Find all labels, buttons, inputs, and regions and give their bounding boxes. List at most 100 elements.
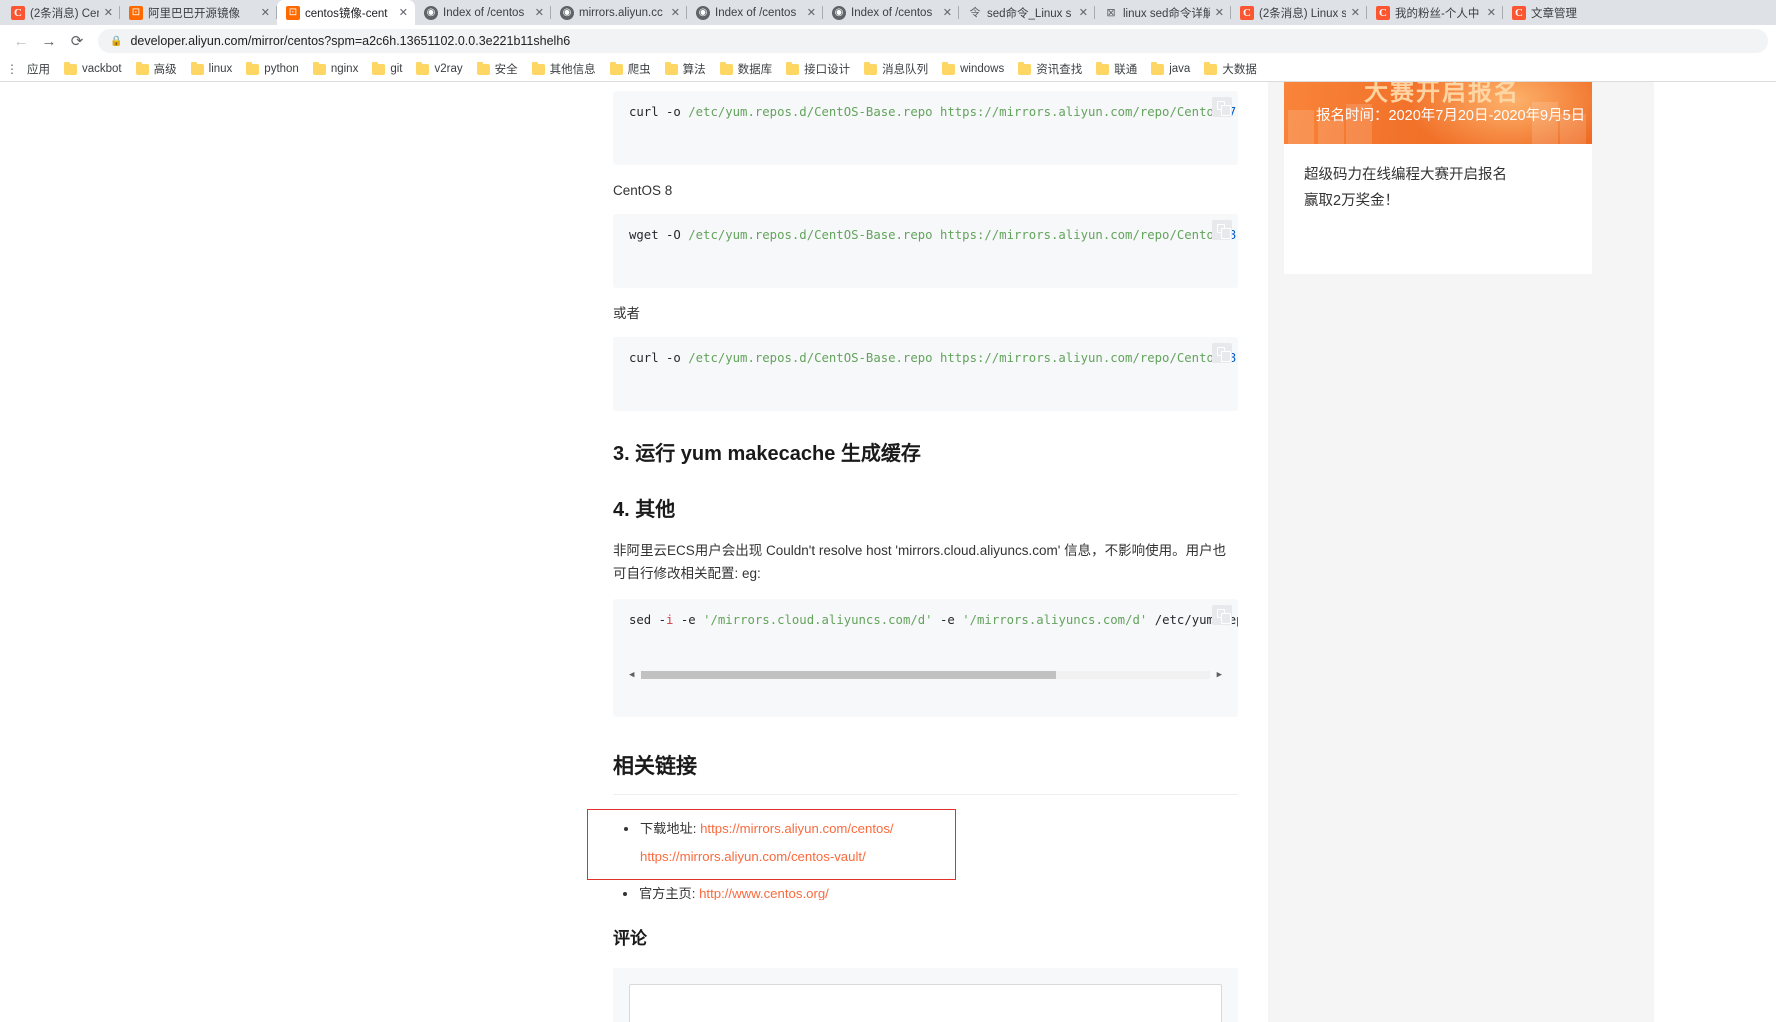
tab-close-icon[interactable]: ✕ [261, 6, 270, 19]
bookmark-item[interactable]: python [239, 61, 306, 77]
bookmark-item[interactable]: 安全 [470, 59, 525, 79]
bookmark-label: 爬虫 [627, 64, 651, 76]
bookmark-label: 接口设计 [804, 64, 851, 76]
copy-button[interactable] [1212, 97, 1232, 117]
tab-close-icon[interactable]: ✕ [807, 6, 816, 19]
tab-title: 阿里巴巴开源镜像 [148, 7, 240, 20]
link-label: 官方主页: [639, 886, 696, 901]
reload-button[interactable]: ⟳ [64, 28, 90, 54]
ad-banner-subtext: 报名时间：2020年7月20日-2020年9月5日 [1316, 108, 1586, 124]
browser-tab[interactable]: ◉ Index of /centos ✕ [823, 0, 959, 25]
folder-icon [719, 61, 733, 75]
tab-close-icon[interactable]: ✕ [104, 6, 113, 19]
bookmark-item[interactable]: java [1144, 61, 1197, 77]
copy-button[interactable] [1212, 220, 1232, 240]
bookmark-item[interactable]: linux [184, 61, 240, 77]
csdn-icon: C [1376, 5, 1390, 20]
bookmark-label: 应用 [27, 64, 50, 76]
code-url: https://mirrors.aliyun.com/repo/Centos- [939, 351, 1229, 365]
tab-title: Index of /centos [443, 6, 525, 19]
folder-icon [190, 61, 204, 75]
link-download-centos[interactable]: https://mirrors.aliyun.com/centos/ [700, 821, 893, 836]
ad-description[interactable]: 超级码力在线编程大赛开启报名 赢取2万奖金！ [1284, 144, 1592, 214]
ad-card[interactable]: 大赛开启报名 报名时间：2020年7月20日-2020年9月5日 超级码力在线编… [1284, 82, 1592, 274]
tab-close-icon[interactable]: ✕ [1487, 6, 1496, 19]
browser-tab[interactable]: C (2条消息) Linux s ✕ [1231, 0, 1367, 25]
browser-tab[interactable]: ◉ mirrors.aliyun.cc ✕ [551, 0, 687, 25]
code-horizontal-scrollbar[interactable]: ◀ ▶ [629, 669, 1222, 681]
page-left-margin [0, 82, 585, 1022]
folder-icon [531, 61, 545, 75]
tab-close-icon[interactable]: ✕ [1079, 6, 1088, 19]
link-official-homepage[interactable]: http://www.centos.org/ [699, 886, 829, 901]
bookmark-item-apps[interactable]: 应用 [20, 59, 57, 79]
browser-tab[interactable]: ⊡ 阿里巴巴开源镜像 ✕ [120, 0, 277, 25]
tab-strip: C (2条消息) CentO ✕ ⊡ 阿里巴巴开源镜像 ✕ ⊡ centos镜像… [0, 0, 1776, 25]
tab-close-icon[interactable]: ✕ [943, 6, 952, 19]
bookmarks-bar: ⋮ 应用 vackbot 高级 linux python nginx git v… [0, 57, 1776, 82]
address-bar[interactable]: 🔒 developer.aliyun.com/mirror/centos?spm… [98, 29, 1768, 53]
scroll-left-arrow[interactable]: ◀ [629, 669, 634, 681]
bookmark-label: v2ray [434, 63, 463, 75]
browser-tab[interactable]: ◉ Index of /centos ✕ [687, 0, 823, 25]
browser-tab[interactable]: C 文章管理 [1503, 0, 1613, 25]
bookmark-item[interactable]: 大数据 [1197, 59, 1264, 79]
bookmark-label: linux [208, 63, 233, 75]
browser-tab[interactable]: ◉ Index of /centos ✕ [415, 0, 551, 25]
scrollbar-thumb[interactable] [641, 671, 1057, 679]
browser-window: C (2条消息) CentO ✕ ⊡ 阿里巴巴开源镜像 ✕ ⊡ centos镜像… [0, 0, 1776, 1022]
tab-close-icon[interactable]: ✕ [535, 6, 544, 19]
folder-icon [664, 61, 678, 75]
code-url-tail: .repo [1236, 105, 1238, 119]
forward-button[interactable]: → [36, 28, 62, 54]
tab-close-icon[interactable]: ✕ [399, 6, 408, 19]
copy-icon [1217, 609, 1231, 624]
code-path: /etc/yum.repos.d/CentOS-Base.repo [688, 105, 933, 119]
tab-close-icon[interactable]: ✕ [671, 6, 680, 19]
browser-tab[interactable]: ⊠ linux sed命令详解 ✕ [1095, 0, 1231, 25]
tab-close-icon[interactable]: ✕ [1215, 6, 1224, 19]
bookmark-item[interactable]: 资讯查找 [1011, 59, 1089, 79]
code-url: https://mirrors.aliyun.com/repo/Centos- [939, 228, 1229, 242]
back-button[interactable]: ← [8, 28, 34, 54]
bookmark-item[interactable]: nginx [306, 61, 366, 77]
tab-title: mirrors.aliyun.cc [579, 6, 663, 19]
link-download-centos-vault[interactable]: https://mirrors.aliyun.com/centos-vault/ [640, 842, 955, 872]
code-block-sed: sed -i -e '/mirrors.cloud.aliyuncs.com/d… [613, 599, 1238, 717]
bookmark-item[interactable]: 联通 [1089, 59, 1144, 79]
comment-input[interactable] [629, 984, 1222, 1022]
browser-tab-active[interactable]: ⊡ centos镜像-cent ✕ [277, 0, 415, 25]
tab-close-icon[interactable]: ✕ [1351, 6, 1360, 19]
tab-title: sed命令_Linux s [987, 7, 1072, 20]
folder-icon [1096, 61, 1110, 75]
document-icon: 令 [969, 6, 981, 19]
copy-button[interactable] [1212, 343, 1232, 363]
bookmark-item[interactable]: 接口设计 [779, 59, 857, 79]
browser-tab[interactable]: C 我的粉丝-个人中 ✕ [1367, 0, 1503, 25]
bookmark-item[interactable]: 数据库 [713, 59, 780, 79]
bookmark-item[interactable]: vackbot [57, 61, 129, 77]
right-sidebar: 大赛开启报名 报名时间：2020年7月20日-2020年9月5日 超级码力在线编… [1284, 82, 1592, 274]
browser-tab[interactable]: C (2条消息) CentO ✕ [2, 0, 120, 25]
heading-related-links: 相关链接 [613, 753, 1238, 795]
bookmark-item[interactable]: windows [935, 61, 1011, 77]
bookmark-item[interactable]: git [365, 61, 409, 77]
banner-block [1288, 110, 1314, 144]
browser-tab[interactable]: 令 sed命令_Linux s ✕ [959, 0, 1095, 25]
bookmark-item[interactable]: 消息队列 [857, 59, 935, 79]
bookmark-item[interactable]: 算法 [658, 59, 713, 79]
bookmark-item[interactable]: 爬虫 [603, 59, 658, 79]
bookmark-label: windows [960, 63, 1005, 75]
bookmark-label: 数据库 [737, 64, 773, 76]
bookmark-item[interactable]: v2ray [409, 61, 469, 77]
ad-description-line2: 赢取2万奖金！ [1304, 193, 1400, 209]
apps-menu-icon[interactable]: ⋮ [4, 60, 20, 78]
folder-icon [1151, 61, 1165, 75]
highlight-annotation-box: 下载地址: https://mirrors.aliyun.com/centos/… [587, 809, 956, 880]
code-string-1: '/mirrors.cloud.aliyuncs.com/d' [703, 613, 933, 627]
bookmark-item[interactable]: 高级 [129, 59, 184, 79]
bookmark-item[interactable]: 其他信息 [525, 59, 603, 79]
scroll-right-arrow[interactable]: ▶ [1217, 669, 1222, 681]
tab-title: Index of /centos [715, 6, 797, 19]
copy-button[interactable] [1212, 605, 1232, 625]
